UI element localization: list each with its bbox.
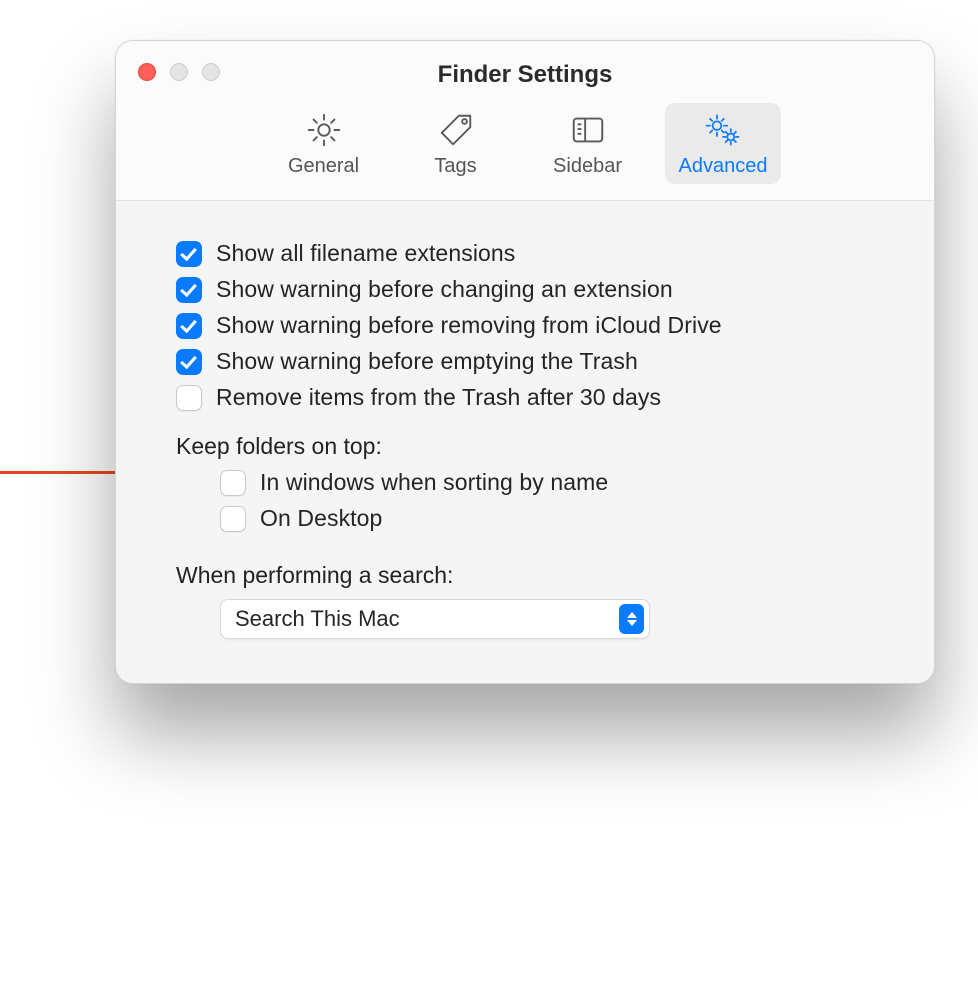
checkbox-label: Show all filename extensions (216, 240, 515, 267)
tab-advanced[interactable]: Advanced (665, 103, 782, 184)
tag-icon (437, 111, 475, 149)
tab-label: Tags (434, 155, 476, 178)
tab-sidebar[interactable]: Sidebar (533, 103, 643, 184)
select-stepper-icon (619, 604, 644, 634)
tab-label: Sidebar (553, 155, 622, 178)
checkbox-label: Show warning before removing from iCloud… (216, 312, 722, 339)
checkbox-folders-on-top-windows[interactable] (220, 470, 246, 496)
checkbox-label: On Desktop (260, 505, 382, 532)
advanced-pane: Show all filename extensions Show warnin… (116, 201, 934, 683)
checkbox-warn-change-extension[interactable] (176, 277, 202, 303)
search-scope-select[interactable]: Search This Mac (220, 599, 650, 639)
checkbox-warn-remove-icloud[interactable] (176, 313, 202, 339)
search-heading: When performing a search: (176, 562, 898, 589)
sidebar-icon (569, 111, 607, 149)
tab-label: Advanced (679, 155, 768, 178)
checkbox-label: In windows when sorting by name (260, 469, 608, 496)
select-value: Search This Mac (235, 606, 400, 632)
checkbox-show-all-extensions[interactable] (176, 241, 202, 267)
window-controls (138, 63, 220, 81)
tab-general[interactable]: General (269, 103, 379, 184)
tab-tags[interactable]: Tags (401, 103, 511, 184)
checkbox-label: Show warning before emptying the Trash (216, 348, 638, 375)
titlebar: Finder Settings (116, 41, 934, 201)
settings-toolbar: General Tags (116, 89, 934, 201)
keep-folders-heading: Keep folders on top: (176, 433, 898, 460)
gears-icon (704, 111, 742, 149)
close-window-button[interactable] (138, 63, 156, 81)
checkbox-remove-trash-30-days[interactable] (176, 385, 202, 411)
checkbox-folders-on-top-desktop[interactable] (220, 506, 246, 532)
checkbox-warn-empty-trash[interactable] (176, 349, 202, 375)
zoom-window-button[interactable] (202, 63, 220, 81)
checkbox-label: Remove items from the Trash after 30 day… (216, 384, 661, 411)
checkbox-label: Show warning before changing an extensio… (216, 276, 673, 303)
gear-icon (305, 111, 343, 149)
finder-settings-window: Finder Settings (115, 40, 935, 684)
window-title: Finder Settings (116, 57, 934, 89)
minimize-window-button[interactable] (170, 63, 188, 81)
tab-label: General (288, 155, 359, 178)
